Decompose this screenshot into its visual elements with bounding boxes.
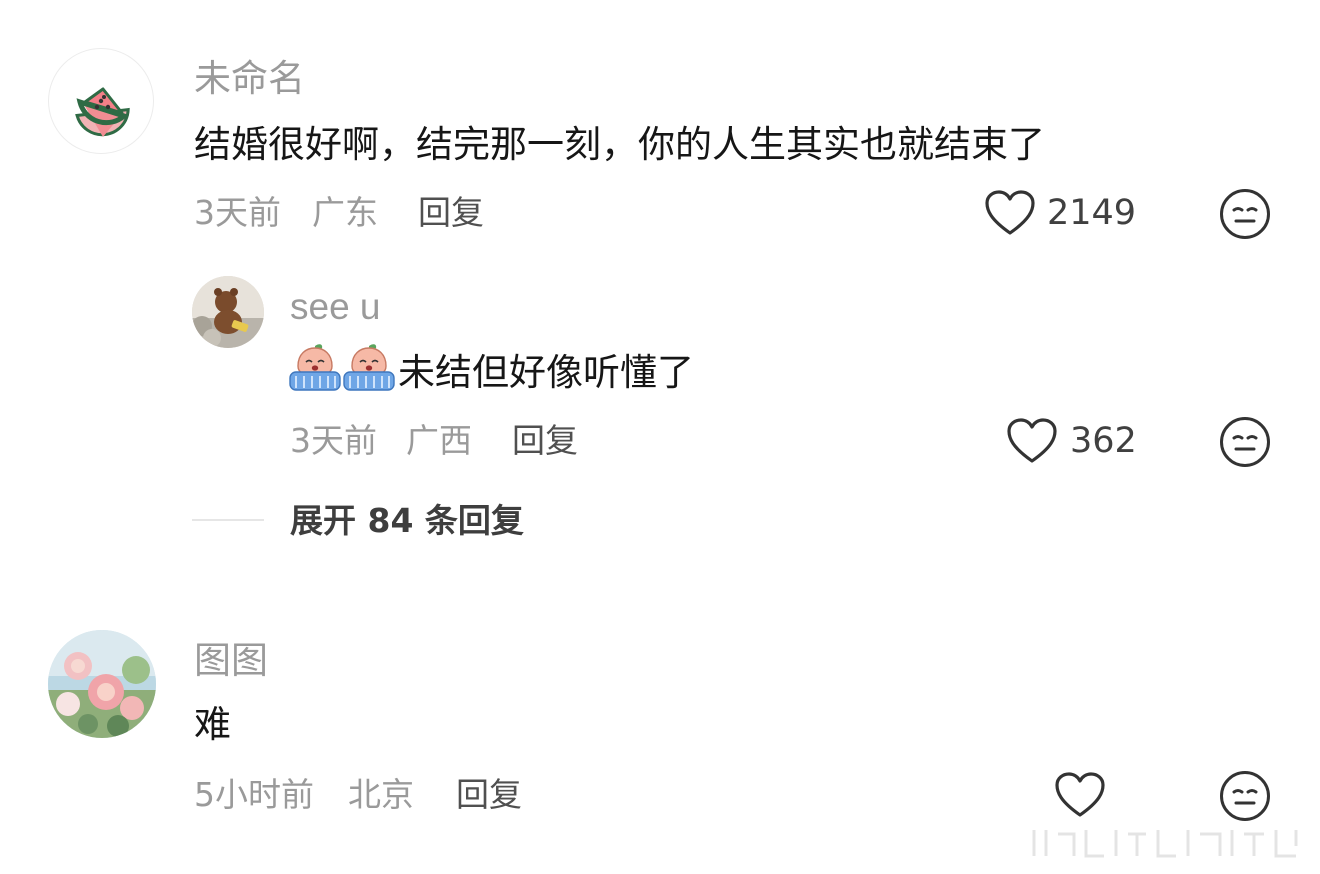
username[interactable]: see u bbox=[290, 288, 381, 325]
expand-divider bbox=[192, 519, 264, 521]
watermark-icon bbox=[1032, 830, 1298, 858]
reply-text: 未结但好像听懂了 bbox=[398, 351, 694, 394]
watermelon-icon bbox=[75, 87, 130, 137]
username[interactable]: 图图 bbox=[194, 642, 268, 679]
expand-replies-button[interactable]: 展开 84 条回复 bbox=[290, 504, 524, 537]
username[interactable]: 未命名 bbox=[194, 60, 305, 97]
avatar[interactable] bbox=[48, 48, 154, 154]
crying-peach-emoji bbox=[289, 344, 341, 391]
reply-button[interactable]: 回复 bbox=[456, 778, 522, 811]
avatar[interactable] bbox=[48, 630, 156, 738]
teddy-bear-photo bbox=[192, 276, 264, 348]
comment-text: 结婚很好啊，结完那一刻，你的人生其实也就结束了 bbox=[194, 123, 1045, 166]
reply-button[interactable]: 回复 bbox=[512, 424, 578, 457]
heart-icon[interactable] bbox=[1006, 418, 1058, 464]
comment-time: 5小时前 bbox=[194, 775, 314, 814]
comment-location: 广西 bbox=[406, 421, 472, 460]
dislike-face-icon[interactable] bbox=[1219, 188, 1271, 240]
dislike-face-icon[interactable] bbox=[1219, 770, 1271, 822]
dislike-face-icon[interactable] bbox=[1219, 416, 1271, 468]
like-count: 362 bbox=[1070, 421, 1137, 461]
crying-peach-emoji bbox=[343, 344, 395, 391]
comment-time: 3天前 bbox=[290, 421, 377, 460]
comment-location: 北京 bbox=[348, 775, 414, 814]
comment-location: 广东 bbox=[312, 193, 378, 232]
comment-text: 难 bbox=[194, 703, 231, 746]
comment-time: 3天前 bbox=[194, 193, 281, 232]
heart-icon[interactable] bbox=[1054, 772, 1106, 818]
avatar[interactable] bbox=[192, 276, 264, 348]
reply-button[interactable]: 回复 bbox=[418, 196, 484, 229]
heart-icon[interactable] bbox=[984, 190, 1036, 236]
peony-painting bbox=[48, 630, 156, 738]
like-count: 2149 bbox=[1047, 193, 1137, 233]
